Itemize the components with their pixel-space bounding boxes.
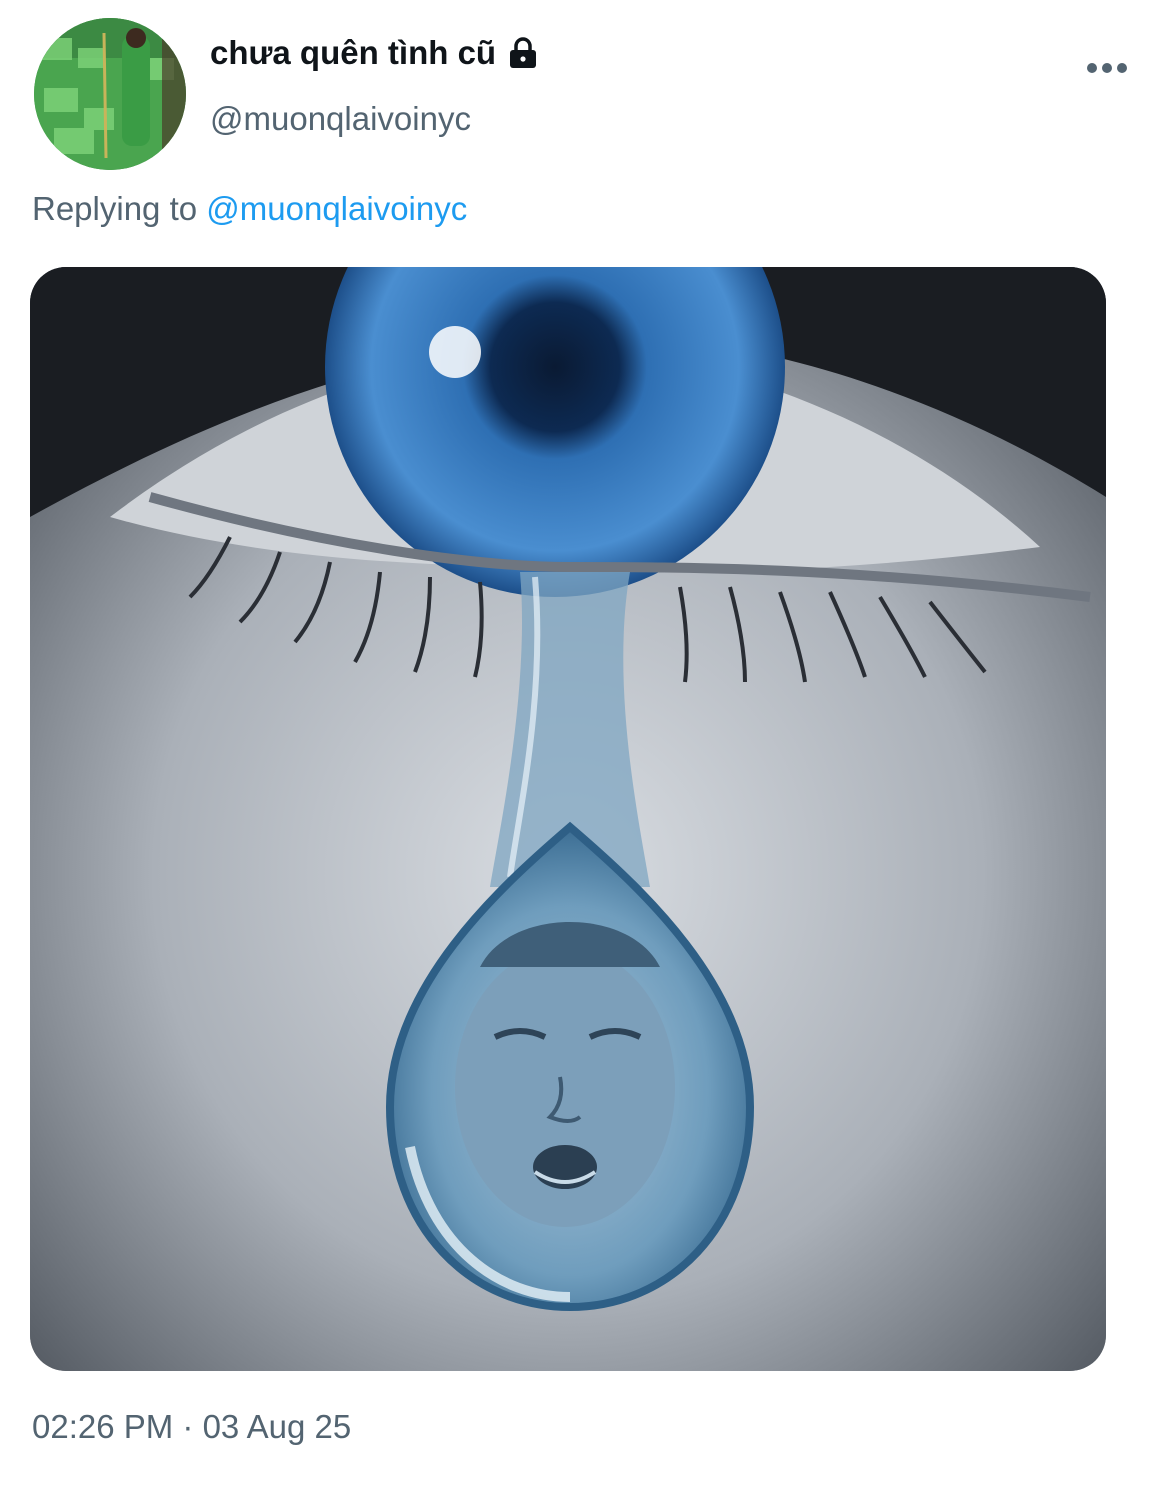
avatar-image — [34, 18, 186, 170]
display-name: chưa quên tình cũ — [210, 34, 497, 71]
display-name-row[interactable]: chưa quên tình cũ — [210, 34, 540, 72]
replying-label: Replying to — [32, 190, 198, 227]
avatar[interactable] — [34, 18, 186, 170]
tweet-media-image[interactable] — [30, 267, 1106, 1371]
replying-mention-link[interactable]: @muonqlaivoinyc — [206, 190, 467, 227]
tweet-timestamp[interactable]: 02:26 PM · 03 Aug 25 — [32, 1408, 351, 1446]
replying-to: Replying to @muonqlaivoinyc — [32, 190, 467, 228]
lock-icon — [506, 36, 540, 70]
handle[interactable]: @muonqlaivoinyc — [210, 100, 471, 138]
more-horizontal-icon[interactable] — [1086, 58, 1128, 78]
